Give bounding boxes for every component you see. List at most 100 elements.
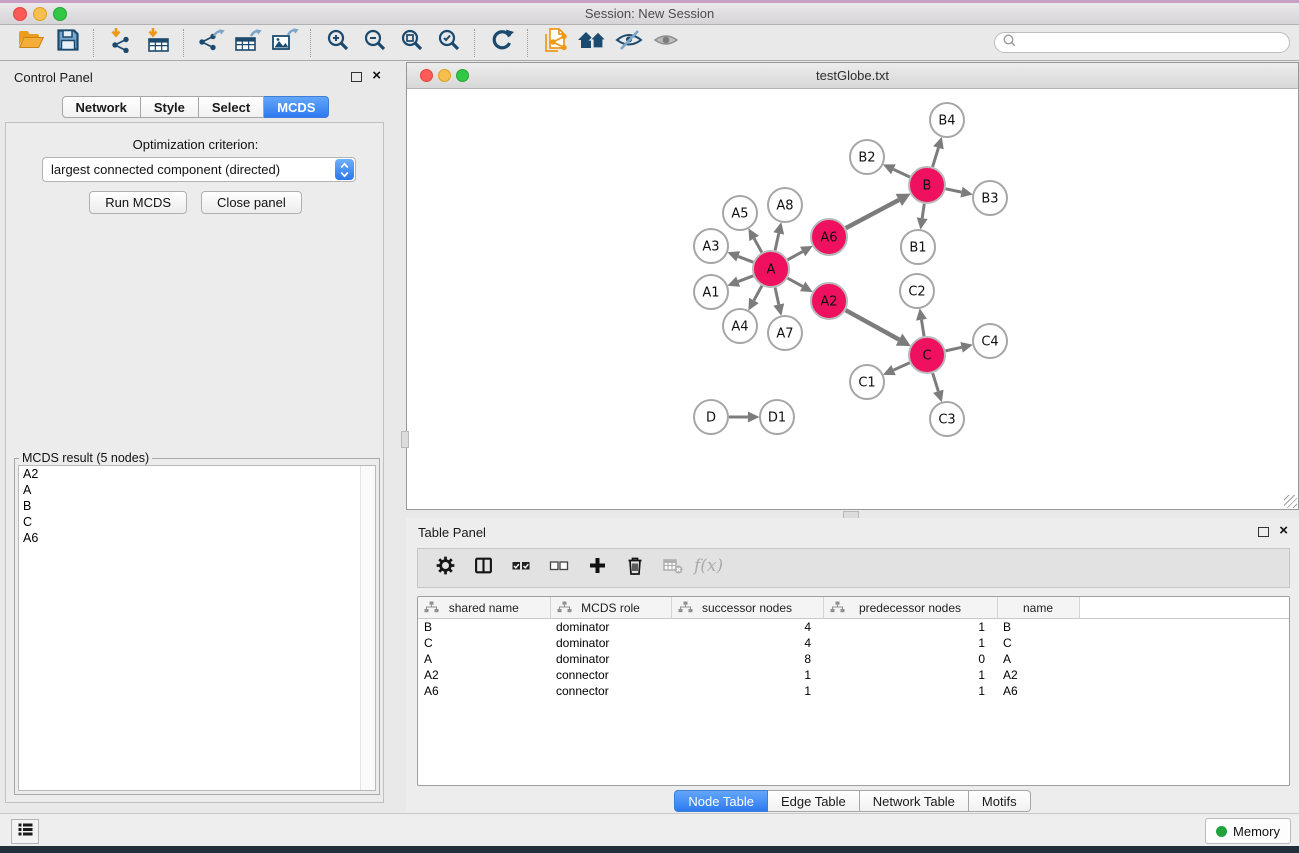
mcds-result-item[interactable]: C [19,514,375,530]
column-header-name[interactable]: name [997,597,1079,619]
tab-node-table[interactable]: Node Table [674,790,768,812]
graph-edge-A-A6[interactable] [788,246,813,260]
scrollbar-track[interactable] [360,466,375,790]
graph-edge-A-A1[interactable] [727,276,753,287]
close-table-panel-icon[interactable]: × [1279,526,1288,536]
column-header-predecessor-nodes[interactable]: predecessor nodes [823,597,997,619]
graph-node-C2[interactable]: C2 [900,274,934,308]
graph-edge-A-A4[interactable] [748,286,762,311]
column-header-shared-name[interactable]: shared name [418,597,550,619]
graph-node-A7[interactable]: A7 [768,316,802,350]
add-row-button[interactable] [578,552,616,584]
mcds-result-item[interactable]: A6 [19,530,375,546]
graph-edge-D-D1[interactable] [729,412,760,423]
criterion-dropdown[interactable]: largest connected component (directed) [42,157,356,182]
table-settings-button[interactable] [426,552,464,584]
export-table-button[interactable] [229,28,266,58]
graph-node-B[interactable]: B [909,167,945,203]
graph-edge-C-C1[interactable] [883,363,910,375]
table-row[interactable]: A6connector11A6 [418,683,1289,699]
column-header-MCDS-role[interactable]: MCDS role [550,597,671,619]
graph-edge-C-C4[interactable] [946,342,973,353]
graph-node-B2[interactable]: B2 [850,140,884,174]
close-panel-button[interactable]: Close panel [201,191,302,214]
graph-edge-A-A5[interactable] [748,228,761,252]
tab-network[interactable]: Network [62,96,141,118]
save-session-button[interactable] [49,28,86,58]
mcds-result-item[interactable]: B [19,498,375,514]
graph-node-C4[interactable]: C4 [973,324,1007,358]
refresh-network-button[interactable] [483,28,520,58]
column-header-successor-nodes[interactable]: successor nodes [671,597,823,619]
table-row[interactable]: Bdominator41B [418,619,1289,636]
splitter-handle-vertical[interactable] [401,431,409,448]
tab-mcds[interactable]: MCDS [264,96,329,118]
import-network-button[interactable] [102,28,139,58]
delete-rows-button[interactable] [616,552,654,584]
graph-edge-A2-C[interactable] [846,310,911,346]
duplicate-network-button[interactable] [536,28,573,58]
home-view-button[interactable] [573,28,610,58]
graph-node-A6[interactable]: A6 [811,219,847,255]
hide-panels-button[interactable] [610,28,647,58]
graph-node-A2[interactable]: A2 [811,283,847,319]
open-session-button[interactable] [12,28,49,58]
graph-edge-A6-B[interactable] [846,194,911,228]
tab-motifs[interactable]: Motifs [969,790,1031,812]
tab-network-table[interactable]: Network Table [860,790,969,812]
search-box[interactable] [994,32,1290,53]
graph-edge-B-B1[interactable] [917,204,928,230]
close-panel-icon[interactable]: × [372,71,381,81]
graph-node-D[interactable]: D [694,400,728,434]
zoom-out-button[interactable] [356,28,393,58]
graph-node-A8[interactable]: A8 [768,188,802,222]
graph-node-C[interactable]: C [909,337,945,373]
memory-button[interactable]: Memory [1205,818,1291,844]
graph-node-C1[interactable]: C1 [850,365,884,399]
float-panel-icon[interactable] [351,72,362,82]
graph-edge-A-A3[interactable] [727,251,753,262]
graph-edge-B-B4[interactable] [933,137,944,167]
resize-grip-icon[interactable] [1284,495,1297,508]
show-columns-button[interactable] [464,552,502,584]
tab-edge-table[interactable]: Edge Table [768,790,860,812]
show-panels-list-button[interactable] [11,819,39,844]
graph-node-A5[interactable]: A5 [723,196,757,230]
table-row[interactable]: A2connector11A2 [418,667,1289,683]
graph-node-D1[interactable]: D1 [760,400,794,434]
graph-node-A[interactable]: A [753,251,789,287]
table-row[interactable]: Adominator80A [418,651,1289,667]
graph-edge-C-C2[interactable] [916,308,927,336]
graph-edge-B-B2[interactable] [883,164,910,177]
graph-node-A3[interactable]: A3 [694,229,728,263]
show-panels-button[interactable] [647,28,684,58]
graph-node-A1[interactable]: A1 [694,275,728,309]
mcds-result-item[interactable]: A [19,482,375,498]
graph-node-C3[interactable]: C3 [930,402,964,436]
graph-node-B3[interactable]: B3 [973,181,1007,215]
graph-edge-A-A8[interactable] [773,222,784,250]
export-network-button[interactable] [192,28,229,58]
tab-select[interactable]: Select [199,96,264,118]
graph-node-A4[interactable]: A4 [723,309,757,343]
import-table-button[interactable] [139,28,176,58]
run-mcds-button[interactable]: Run MCDS [89,191,187,214]
zoom-in-button[interactable] [319,28,356,58]
table-row[interactable]: Cdominator41C [418,635,1289,651]
tab-style[interactable]: Style [141,96,199,118]
float-table-panel-icon[interactable] [1258,527,1269,537]
graph-node-B1[interactable]: B1 [901,230,935,264]
export-image-button[interactable] [266,28,303,58]
deselect-all-columns-button[interactable] [540,552,578,584]
search-input[interactable] [1017,34,1289,52]
graph-edge-A-A2[interactable] [788,278,813,292]
graph-edge-B-B3[interactable] [946,187,973,198]
network-canvas[interactable]: B4 B2 B B3 A8 A5 A6 A3 B1 A A1 C2 A2 A4 A7 C4 C C1 C3 D D1 [407,89,1298,509]
graph-edge-A-A7[interactable] [773,288,784,316]
mcds-result-item[interactable]: A2 [19,466,375,482]
graph-node-B4[interactable]: B4 [930,103,964,137]
select-all-columns-button[interactable] [502,552,540,584]
zoom-selected-button[interactable] [430,28,467,58]
zoom-fit-button[interactable] [393,28,430,58]
graph-edge-C-C3[interactable] [933,373,944,402]
